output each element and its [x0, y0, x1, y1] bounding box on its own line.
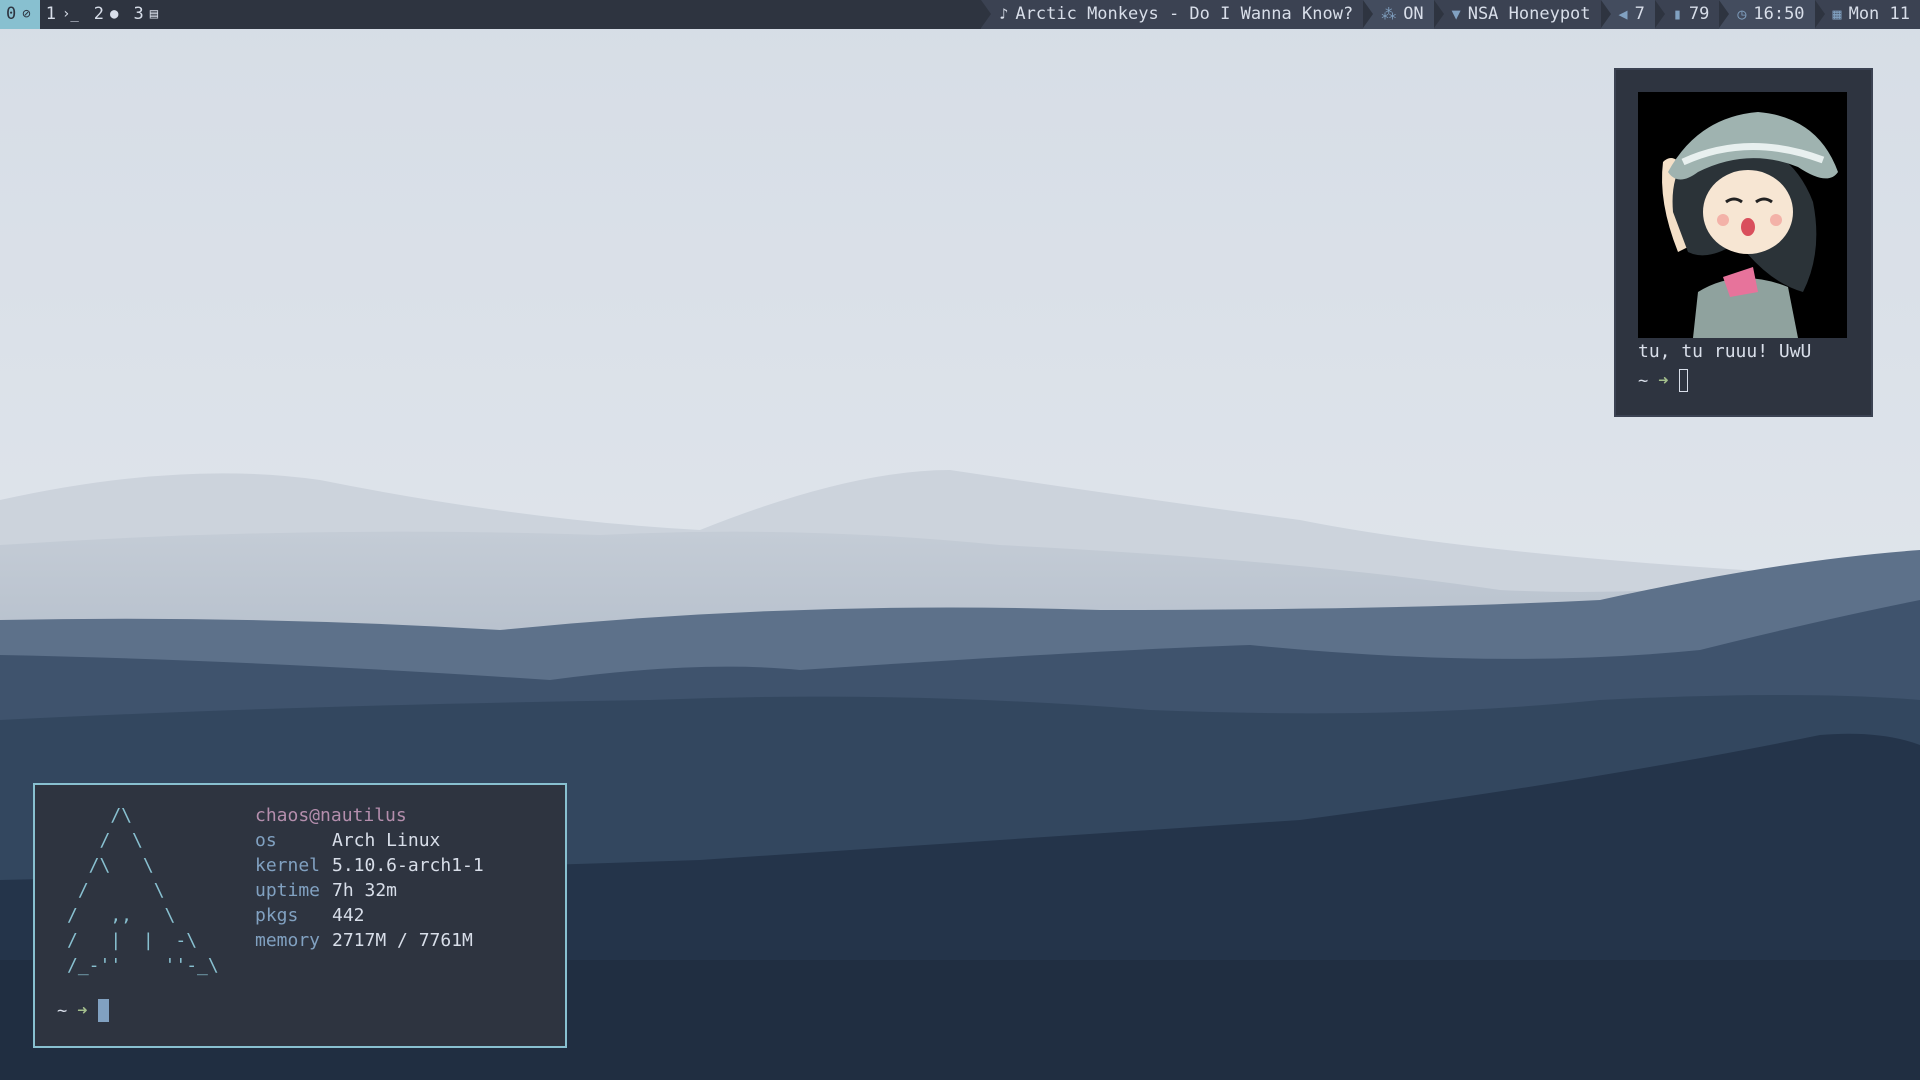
prompt-tilde: ~	[57, 1000, 68, 1021]
firefox-icon: ●	[110, 6, 119, 22]
arch-logo-ascii: /\ / \ /\ \ / \ / ,, \ / | | -\ /_-'' ''…	[67, 805, 219, 976]
anime-character-image	[1638, 92, 1847, 338]
status-modules: ♪ Arctic Monkeys - Do I Wanna Know? ⁂ ON…	[981, 0, 1920, 29]
workspace-number: 0	[6, 4, 17, 24]
info-key: kernel	[255, 855, 321, 876]
terminal-icon: ›_	[61, 6, 79, 22]
shell-prompt[interactable]: ~ ➜	[1638, 369, 1688, 392]
date-text: Mon 11	[1848, 4, 1910, 24]
text-cursor	[1678, 369, 1688, 392]
workspace-1[interactable]: 1 ›_	[40, 0, 88, 29]
top-bar: 0 ⊘ 1 ›_ 2 ● 3 ▤ ♪ Arctic Monkeys - Do I…	[0, 0, 1920, 29]
info-row-memory: memory 2717M / 7761M	[255, 928, 484, 953]
prompt-arrow-icon: ➜	[1658, 370, 1669, 391]
image-terminal-window[interactable]: tu, tu ruuu! UwU ~ ➜	[1614, 68, 1873, 417]
info-row-uptime: uptime 7h 32m	[255, 878, 484, 903]
clock-module[interactable]: ◷ 16:50	[1719, 0, 1815, 29]
battery-level: 79	[1688, 4, 1710, 24]
calendar-icon: ▦	[1832, 5, 1842, 23]
network-module[interactable]: ⁂ ON	[1363, 0, 1434, 29]
network-status: ON	[1403, 4, 1424, 24]
info-row-pkgs: pkgs 442	[255, 903, 484, 928]
info-value: 442	[332, 905, 365, 926]
workspace-3[interactable]: 3 ▤	[127, 0, 167, 29]
info-value: Arch Linux	[332, 830, 441, 851]
clock-icon: ◷	[1737, 5, 1747, 23]
info-row-os: os Arch Linux	[255, 828, 484, 853]
info-key: os	[255, 830, 277, 851]
wifi-ssid: NSA Honeypot	[1467, 4, 1591, 24]
info-key: pkgs	[255, 905, 299, 926]
compass-icon: ⊘	[22, 6, 31, 22]
volume-icon: ◀	[1618, 5, 1628, 23]
battery-module[interactable]: ▮ 79	[1654, 0, 1720, 29]
prompt-arrow-icon: ➜	[77, 1000, 88, 1021]
info-key: memory	[255, 930, 321, 951]
info-value: 7h 32m	[332, 880, 398, 901]
workspace-number: 1	[45, 4, 56, 24]
wifi-icon: ▼	[1451, 5, 1461, 23]
music-module[interactable]: ♪ Arctic Monkeys - Do I Wanna Know?	[981, 0, 1364, 29]
info-value: 5.10.6-arch1-1	[332, 855, 484, 876]
image-caption: tu, tu ruuu! UwU	[1638, 341, 1812, 362]
user-host: chaos@nautilus	[255, 805, 407, 826]
info-value: 2717M / 7761M	[332, 930, 473, 951]
workspace-0[interactable]: 0 ⊘	[0, 0, 40, 29]
info-key: uptime	[255, 880, 321, 901]
volume-module[interactable]: ◀ 7	[1600, 0, 1655, 29]
music-track: Arctic Monkeys - Do I Wanna Know?	[1015, 4, 1354, 24]
system-info: chaos@nautilus os Arch Linux kernel 5.10…	[255, 803, 484, 953]
date-module[interactable]: ▦ Mon 11	[1814, 0, 1920, 29]
wifi-module[interactable]: ▼ NSA Honeypot	[1433, 0, 1601, 29]
network-icon: ⁂	[1381, 5, 1397, 23]
info-row-kernel: kernel 5.10.6-arch1-1	[255, 853, 484, 878]
music-note-icon: ♪	[999, 5, 1009, 23]
workspace-2[interactable]: 2 ●	[88, 0, 128, 29]
workspace-number: 2	[93, 4, 105, 24]
text-cursor	[97, 999, 109, 1022]
prompt-tilde: ~	[1638, 370, 1649, 391]
shell-prompt[interactable]: ~ ➜	[57, 999, 109, 1022]
file-icon: ▤	[149, 6, 159, 22]
volume-level: 7	[1634, 4, 1645, 24]
battery-icon: ▮	[1672, 5, 1682, 23]
workspace-number: 3	[133, 4, 144, 24]
clock-time: 16:50	[1753, 4, 1805, 24]
fetch-terminal-window[interactable]: /\ / \ /\ \ / \ / ,, \ / | | -\ /_-'' ''…	[33, 783, 567, 1048]
